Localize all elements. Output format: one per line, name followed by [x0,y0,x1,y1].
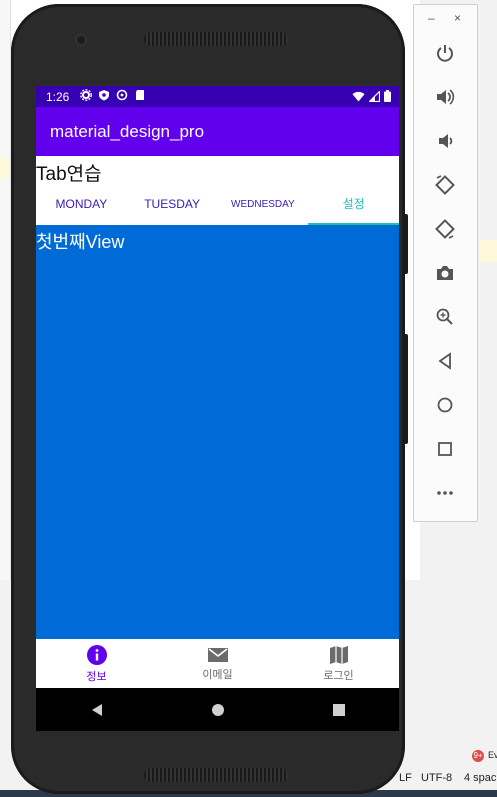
volume-up-icon [437,89,455,105]
home-icon [437,397,453,413]
rotate-right-button[interactable] [433,217,457,241]
nav-overview-icon[interactable] [332,703,346,717]
back-button[interactable] [433,349,457,373]
sd-card-icon [136,90,144,100]
tab-monday[interactable]: MONDAY [36,183,127,225]
screenshot-button[interactable] [433,261,457,285]
volume-down-icon [439,134,453,148]
overview-button[interactable] [433,437,457,461]
rotate-left-button[interactable] [433,173,457,197]
bottom-nav-login[interactable]: 로그인 [278,639,399,688]
tab-content-view: 첫번째View [36,225,399,639]
encoding-status[interactable]: UTF-8 [421,772,452,784]
zoom-icon [436,308,453,325]
volume-up-button[interactable] [433,85,457,109]
device-screen: 1:26 material_design_pro Tab연습 MONDAY TU… [36,86,399,731]
line-highlight-right [480,240,497,262]
map-icon [329,645,348,664]
indent-status[interactable]: 4 spac [464,772,496,784]
side-button [404,334,408,444]
tab-tuesday[interactable]: TUESDAY [127,183,218,225]
status-time: 1:26 [46,90,70,104]
side-button [404,214,408,274]
zoom-button[interactable] [433,305,457,329]
line-highlight [0,158,10,178]
rotate-right-icon [435,219,455,239]
system-navigation-bar [36,688,399,731]
settings-icon [80,89,92,101]
nav-home-icon[interactable] [211,703,225,717]
tab-wednesday[interactable]: WEDNESDAY [218,183,309,225]
rotate-left-icon [435,175,455,195]
camera-icon [437,266,453,280]
top-speaker [144,32,288,46]
app-title: material_design_pro [50,122,205,141]
bottom-nav-email-label: 이메일 [202,668,233,681]
event-log-label[interactable]: Ev [488,750,497,760]
page-title: Tab연습 [36,164,102,185]
power-icon [437,45,453,62]
close-button[interactable]: × [454,11,461,25]
nav-back-icon[interactable] [90,703,104,717]
front-camera [77,36,85,44]
email-icon [207,647,228,662]
info-icon [86,644,107,665]
content-text: 첫번째View [36,232,125,252]
bottom-nav-info[interactable]: 정보 [36,639,157,688]
bottom-nav-email[interactable]: 이메일 [157,639,278,688]
sync-icon [116,89,128,101]
bottom-speaker [144,768,288,782]
tab-bar: MONDAY TUESDAY WEDNESDAY 설정 [36,183,399,225]
app-bar: material_design_pro [36,107,399,156]
tab-settings[interactable]: 설정 [308,183,399,225]
power-button[interactable] [433,41,457,65]
overview-icon [438,442,452,456]
battery-icon [384,90,391,102]
volume-down-button[interactable] [433,129,457,153]
line-ending-status[interactable]: LF [399,772,412,784]
bottom-navigation: 정보 이메일 로그인 [36,639,399,688]
minimize-button[interactable]: – [428,11,435,25]
home-button[interactable] [433,393,457,417]
wifi-icon [352,91,365,101]
cell-signal-icon [369,90,380,102]
shield-icon [99,90,109,101]
event-log-badge[interactable]: 9+ [472,750,484,762]
android-status-bar: 1:26 [36,86,399,107]
back-icon [438,352,451,370]
bottom-nav-info-label: 정보 [86,670,107,683]
more-button[interactable] [433,481,457,505]
editor-gutter [0,0,11,580]
more-icon [437,491,453,495]
phone-frame: 1:26 material_design_pro Tab연습 MONDAY TU… [11,4,408,794]
emulator-toolbar: – × [413,4,478,522]
bottom-nav-login-label: 로그인 [323,669,354,682]
